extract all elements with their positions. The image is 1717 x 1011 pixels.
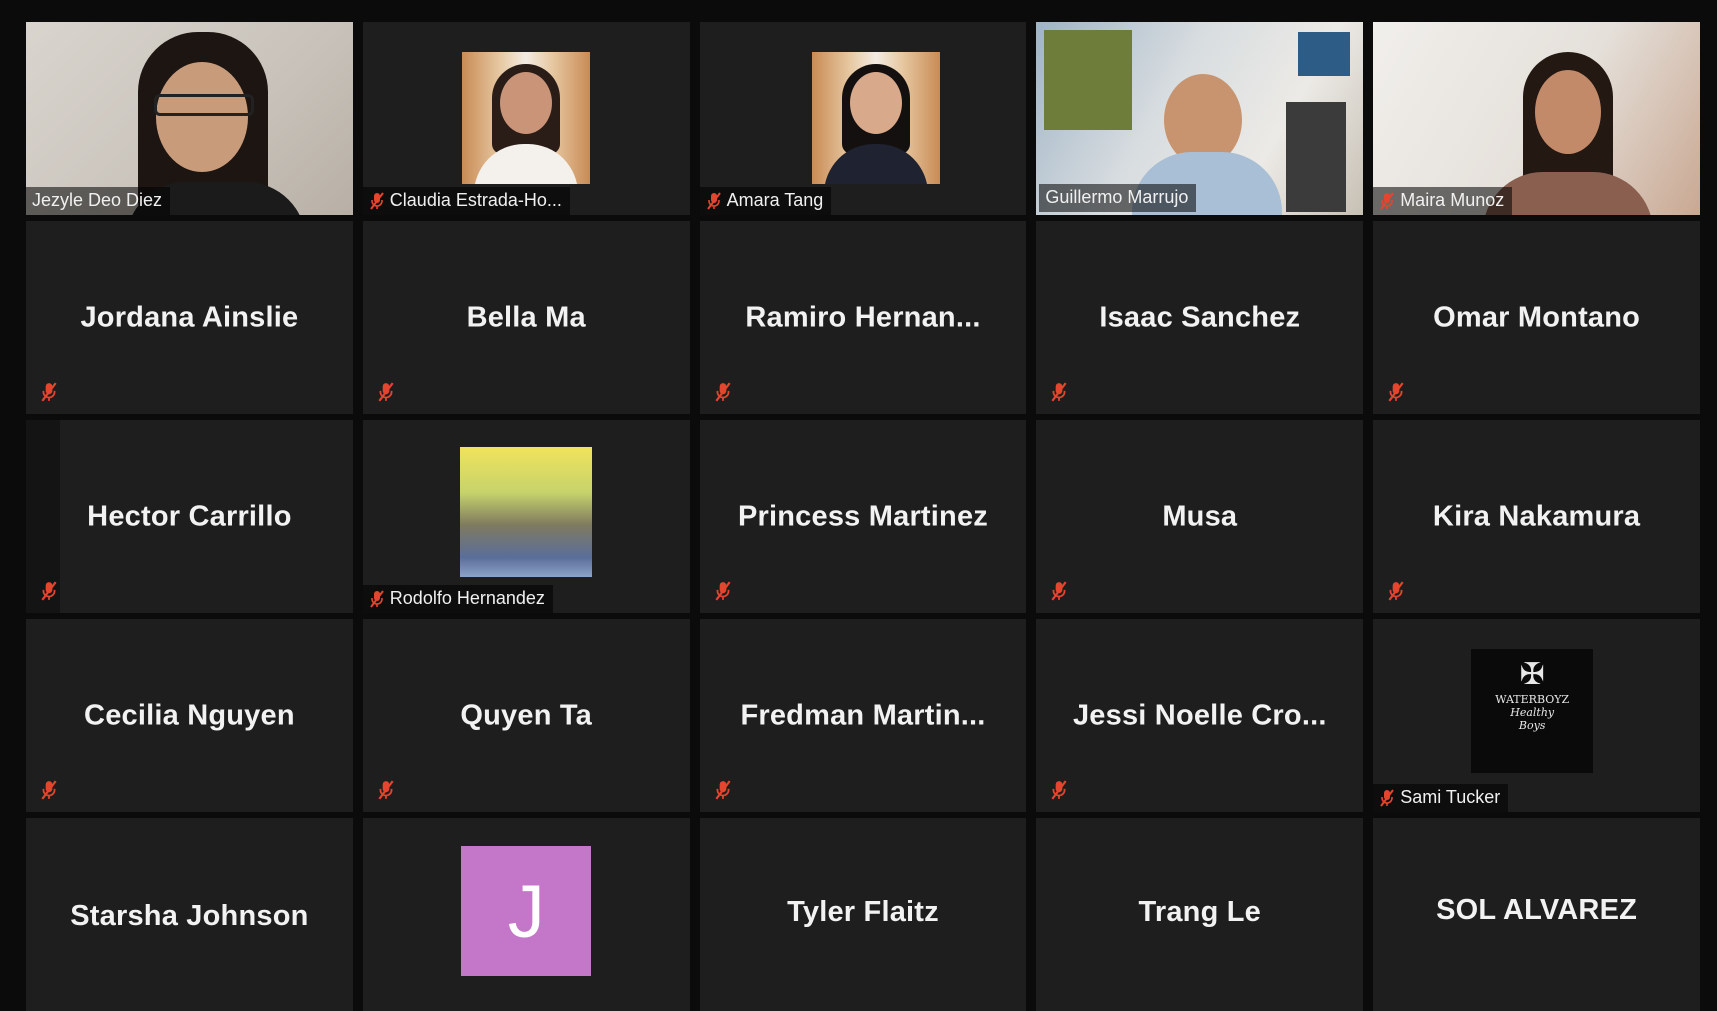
participant-name: Princess Martinez — [737, 500, 988, 532]
participant-tile-profile-picture[interactable]: Rodolfo Hernandez — [362, 420, 690, 613]
muted-microphone-icon — [714, 780, 732, 800]
participant-name: Fredman Martin... — [740, 699, 986, 731]
participant-tile[interactable]: Hector Carrillo — [26, 420, 353, 613]
participant-name: Maira Munoz — [1400, 190, 1505, 210]
muted-microphone-icon — [1050, 581, 1068, 601]
participant-tile[interactable]: Starsha Johnson — [26, 818, 353, 1011]
participant-name: Quyen Ta — [460, 699, 592, 731]
muted-microphone-icon — [1387, 581, 1405, 601]
muted-microphone-icon — [369, 191, 385, 210]
participant-name-label: Claudia Estrada-Ho... — [362, 187, 570, 215]
participant-video — [462, 52, 591, 184]
participant-tile[interactable]: Quyen Ta — [362, 619, 690, 812]
participant-tile-profile-picture[interactable]: ✠ WATERBOYZ Healthy Boys Sami Tucker — [1373, 619, 1700, 812]
participant-name: Claudia Estrada-Ho... — [389, 190, 562, 210]
participant-tile[interactable]: Jessi Noelle Cro... — [1036, 619, 1364, 812]
participant-name: Starsha Johnson — [70, 900, 309, 932]
participant-name: Jessi Noelle Cro... — [1072, 699, 1327, 731]
participant-tile[interactable]: Isaac Sanchez — [1036, 221, 1364, 414]
muted-microphone-icon — [377, 780, 395, 800]
participant-name-label: Rodolfo Hernandez — [362, 585, 553, 613]
participant-tile[interactable]: Kira Nakamura — [1373, 420, 1700, 613]
muted-microphone-icon — [1379, 191, 1395, 210]
participant-name-label: Sami Tucker — [1373, 784, 1509, 812]
participant-tile-active-speaker[interactable]: Guillermo Marrujo — [1036, 22, 1364, 215]
participant-name: Ramiro Hernan... — [745, 301, 981, 333]
participant-tile[interactable]: Fredman Martin... — [699, 619, 1027, 812]
participant-name: Musa — [1162, 500, 1238, 532]
muted-microphone-icon — [1387, 382, 1405, 402]
participant-tile[interactable]: Ramiro Hernan... — [699, 221, 1027, 414]
participant-tile-video[interactable]: Maira Munoz — [1373, 22, 1700, 215]
participant-tile[interactable]: Cecilia Nguyen — [26, 619, 353, 812]
participant-tile[interactable]: Tyler Flaitz — [699, 818, 1027, 1011]
participant-name: Kira Nakamura — [1432, 500, 1641, 532]
muted-microphone-icon — [1050, 382, 1068, 402]
logo-text-line: Boys — [1518, 719, 1546, 732]
muted-microphone-icon — [40, 382, 58, 402]
participant-name-label: Guillermo Marrujo — [1039, 184, 1197, 212]
gallery-grid: Jezyle Deo Diez Claudia Estrada-Ho... Am… — [26, 22, 1700, 1011]
muted-microphone-icon — [369, 589, 385, 608]
participant-name: Guillermo Marrujo — [1045, 187, 1189, 207]
participant-tile[interactable]: Omar Montano — [1373, 221, 1700, 414]
participant-name-label: Amara Tang — [699, 187, 832, 215]
muted-microphone-icon — [40, 581, 58, 601]
muted-microphone-icon — [714, 382, 732, 402]
muted-microphone-icon — [40, 780, 58, 800]
profile-picture-logo: ✠ WATERBOYZ Healthy Boys — [1471, 649, 1594, 773]
participant-name: Jezyle Deo Diez — [32, 190, 163, 210]
participant-name: Tyler Flaitz — [787, 896, 939, 928]
participant-name: Sami Tucker — [1400, 787, 1501, 807]
logo-text-line: Healthy — [1510, 706, 1555, 719]
participant-tile-video[interactable]: Jezyle Deo Diez — [26, 22, 353, 215]
participant-name: Jordana Ainslie — [80, 301, 299, 333]
muted-microphone-icon — [1379, 788, 1395, 807]
participant-tile[interactable]: Jordana Ainslie — [26, 221, 353, 414]
participant-name: Trang Le — [1138, 896, 1262, 928]
participant-name-label: Maira Munoz — [1373, 187, 1513, 215]
participant-name: Rodolfo Hernandez — [389, 588, 545, 608]
participant-tile[interactable]: Trang Le — [1036, 818, 1364, 1011]
participant-name: Hector Carrillo — [87, 500, 292, 532]
profile-picture — [460, 447, 593, 577]
avatar-letter: J — [461, 846, 592, 976]
participant-name: Isaac Sanchez — [1099, 301, 1301, 333]
participant-name: SOL ALVAREZ — [1436, 894, 1638, 926]
participant-tile[interactable]: Musa — [1036, 420, 1364, 613]
logo-text-line: WATERBOYZ — [1495, 693, 1570, 706]
participant-name: Bella Ma — [466, 301, 586, 333]
muted-microphone-icon — [714, 581, 732, 601]
participant-name: Omar Montano — [1433, 301, 1641, 333]
emblem-icon: ✠ — [1519, 657, 1545, 692]
participant-tile-video[interactable]: Amara Tang — [699, 22, 1027, 215]
participant-video — [812, 52, 941, 184]
participant-name-label: Jezyle Deo Diez — [26, 187, 171, 215]
muted-microphone-icon — [1050, 780, 1068, 800]
muted-microphone-icon — [706, 191, 722, 210]
participant-name: Amara Tang — [726, 190, 824, 210]
participant-tile[interactable]: Princess Martinez — [699, 420, 1027, 613]
participant-tile-video[interactable]: Claudia Estrada-Ho... — [362, 22, 690, 215]
participant-tile[interactable]: Bella Ma — [362, 221, 690, 414]
participant-name: Cecilia Nguyen — [84, 699, 295, 731]
muted-microphone-icon — [377, 382, 395, 402]
participant-tile[interactable]: SOL ALVAREZ — [1373, 818, 1700, 1011]
participant-tile-avatar[interactable]: J — [362, 818, 690, 1011]
